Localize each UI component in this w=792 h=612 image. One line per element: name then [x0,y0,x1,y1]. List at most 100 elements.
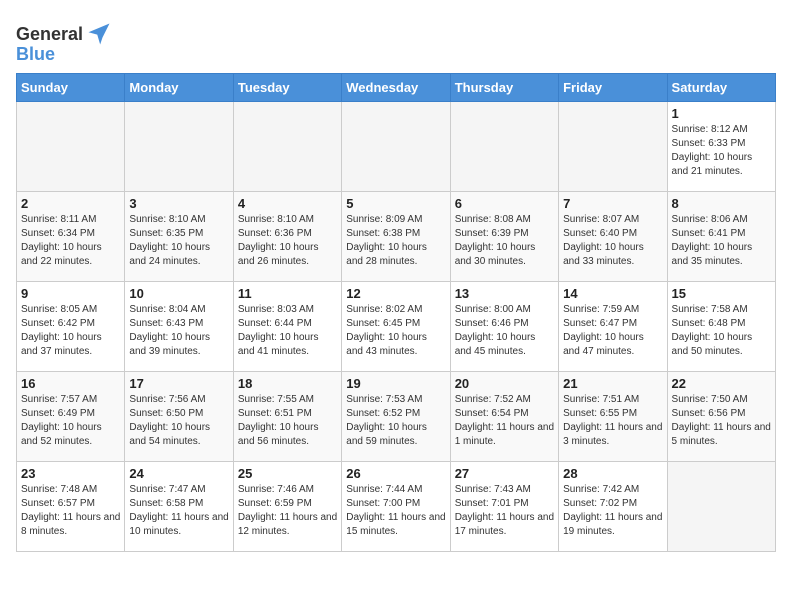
calendar-cell: 24Sunrise: 7:47 AM Sunset: 6:58 PM Dayli… [125,462,233,552]
calendar-cell: 8 Sunrise: 8:06 AM Sunset: 6:41 PM Daylig… [667,192,775,282]
calendar-cell: 23Sunrise: 7:48 AM Sunset: 6:57 PM Dayli… [17,462,125,552]
calendar-header-row: SundayMondayTuesdayWednesdayThursdayFrid… [17,74,776,102]
calendar-week-row: 16 Sunrise: 7:57 AM Sunset: 6:49 PM Dayli… [17,372,776,462]
header-friday: Friday [559,74,667,102]
calendar-cell: 9 Sunrise: 8:05 AM Sunset: 6:42 PM Daylig… [17,282,125,372]
day-number: 15 [672,286,771,301]
calendar-cell: 12Sunrise: 8:02 AM Sunset: 6:45 PM Dayli… [342,282,450,372]
calendar-cell: 5 Sunrise: 8:09 AM Sunset: 6:38 PM Daylig… [342,192,450,282]
day-number: 21 [563,376,662,391]
day-number: 9 [21,286,120,301]
day-number: 4 [238,196,337,211]
day-info: Sunrise: 7:43 AM Sunset: 7:01 PM Dayligh… [455,483,554,539]
day-number: 22 [672,376,771,391]
header-thursday: Thursday [450,74,558,102]
calendar-cell: 15 Sunrise: 7:58 AM Sunset: 6:48 PM Dayli… [667,282,775,372]
day-number: 18 [238,376,337,391]
calendar-cell [450,102,558,192]
day-number: 13 [455,286,554,301]
calendar-cell: 18 Sunrise: 7:55 AM Sunset: 6:51 PM Dayli… [233,372,341,462]
calendar-cell: 28 Sunrise: 7:42 AM Sunset: 7:02 PM Dayli… [559,462,667,552]
header-saturday: Saturday [667,74,775,102]
day-number: 17 [129,376,228,391]
day-info: Sunrise: 7:57 AM Sunset: 6:49 PM Dayligh… [21,393,120,449]
day-info: Sunrise: 7:52 AM Sunset: 6:54 PM Dayligh… [455,393,554,449]
calendar-cell: 26 Sunrise: 7:44 AM Sunset: 7:00 PM Dayli… [342,462,450,552]
calendar-cell [667,462,775,552]
logo-general: General [16,24,83,45]
calendar-cell: 2 Sunrise: 8:11 AM Sunset: 6:34 PM Daylig… [17,192,125,282]
calendar-cell: 1Sunrise: 8:12 AM Sunset: 6:33 PM Daylig… [667,102,775,192]
day-number: 6 [455,196,554,211]
day-number: 20 [455,376,554,391]
header-wednesday: Wednesday [342,74,450,102]
calendar-cell: 10 Sunrise: 8:04 AM Sunset: 6:43 PM Dayli… [125,282,233,372]
calendar-cell: 20 Sunrise: 7:52 AM Sunset: 6:54 PM Dayli… [450,372,558,462]
calendar-cell [125,102,233,192]
calendar-cell: 13 Sunrise: 8:00 AM Sunset: 6:46 PM Dayli… [450,282,558,372]
day-number: 23 [21,466,120,481]
day-number: 14 [563,286,662,301]
day-number: 11 [238,286,337,301]
calendar-cell: 14 Sunrise: 7:59 AM Sunset: 6:47 PM Dayli… [559,282,667,372]
day-number: 3 [129,196,228,211]
day-info: Sunrise: 7:55 AM Sunset: 6:51 PM Dayligh… [238,393,337,449]
calendar-cell: 19Sunrise: 7:53 AM Sunset: 6:52 PM Dayli… [342,372,450,462]
day-number: 10 [129,286,228,301]
calendar-week-row: 9 Sunrise: 8:05 AM Sunset: 6:42 PM Daylig… [17,282,776,372]
logo: General Blue [16,20,113,65]
day-info: Sunrise: 7:42 AM Sunset: 7:02 PM Dayligh… [563,483,662,539]
calendar-cell: 16 Sunrise: 7:57 AM Sunset: 6:49 PM Dayli… [17,372,125,462]
logo-container: General Blue [16,20,113,65]
calendar-cell [342,102,450,192]
day-info: Sunrise: 7:50 AM Sunset: 6:56 PM Dayligh… [672,393,771,449]
calendar-table: SundayMondayTuesdayWednesdayThursdayFrid… [16,73,776,552]
day-info: Sunrise: 7:51 AM Sunset: 6:55 PM Dayligh… [563,393,662,449]
day-info: Sunrise: 8:07 AM Sunset: 6:40 PM Dayligh… [563,213,662,269]
day-info: Sunrise: 8:00 AM Sunset: 6:46 PM Dayligh… [455,303,554,359]
logo-blue: Blue [16,44,55,65]
logo-bird-icon [85,20,113,48]
day-info: Sunrise: 7:58 AM Sunset: 6:48 PM Dayligh… [672,303,771,359]
page-header: General Blue [16,16,776,65]
day-info: Sunrise: 8:05 AM Sunset: 6:42 PM Dayligh… [21,303,120,359]
day-info: Sunrise: 7:46 AM Sunset: 6:59 PM Dayligh… [238,483,337,539]
calendar-cell: 7 Sunrise: 8:07 AM Sunset: 6:40 PM Daylig… [559,192,667,282]
day-number: 8 [672,196,771,211]
day-info: Sunrise: 8:08 AM Sunset: 6:39 PM Dayligh… [455,213,554,269]
day-number: 5 [346,196,445,211]
calendar-cell: 6 Sunrise: 8:08 AM Sunset: 6:39 PM Daylig… [450,192,558,282]
day-info: Sunrise: 8:10 AM Sunset: 6:36 PM Dayligh… [238,213,337,269]
day-number: 12 [346,286,445,301]
calendar-cell: 11Sunrise: 8:03 AM Sunset: 6:44 PM Dayli… [233,282,341,372]
calendar-cell [559,102,667,192]
calendar-cell [17,102,125,192]
day-info: Sunrise: 8:06 AM Sunset: 6:41 PM Dayligh… [672,213,771,269]
day-number: 28 [563,466,662,481]
calendar-cell: 4 Sunrise: 8:10 AM Sunset: 6:36 PM Daylig… [233,192,341,282]
day-number: 16 [21,376,120,391]
day-number: 27 [455,466,554,481]
calendar-cell [233,102,341,192]
day-number: 2 [21,196,120,211]
calendar-cell: 25 Sunrise: 7:46 AM Sunset: 6:59 PM Dayli… [233,462,341,552]
day-info: Sunrise: 7:56 AM Sunset: 6:50 PM Dayligh… [129,393,228,449]
calendar-week-row: 1Sunrise: 8:12 AM Sunset: 6:33 PM Daylig… [17,102,776,192]
day-info: Sunrise: 7:47 AM Sunset: 6:58 PM Dayligh… [129,483,228,539]
calendar-week-row: 23Sunrise: 7:48 AM Sunset: 6:57 PM Dayli… [17,462,776,552]
header-monday: Monday [125,74,233,102]
day-number: 26 [346,466,445,481]
calendar-cell: 3 Sunrise: 8:10 AM Sunset: 6:35 PM Daylig… [125,192,233,282]
day-info: Sunrise: 8:11 AM Sunset: 6:34 PM Dayligh… [21,213,120,269]
day-number: 19 [346,376,445,391]
calendar-cell: 21 Sunrise: 7:51 AM Sunset: 6:55 PM Dayli… [559,372,667,462]
day-number: 25 [238,466,337,481]
day-info: Sunrise: 8:04 AM Sunset: 6:43 PM Dayligh… [129,303,228,359]
day-number: 1 [672,106,771,121]
day-info: Sunrise: 7:44 AM Sunset: 7:00 PM Dayligh… [346,483,445,539]
day-info: Sunrise: 7:59 AM Sunset: 6:47 PM Dayligh… [563,303,662,359]
header-tuesday: Tuesday [233,74,341,102]
day-info: Sunrise: 8:10 AM Sunset: 6:35 PM Dayligh… [129,213,228,269]
day-number: 7 [563,196,662,211]
day-info: Sunrise: 8:09 AM Sunset: 6:38 PM Dayligh… [346,213,445,269]
